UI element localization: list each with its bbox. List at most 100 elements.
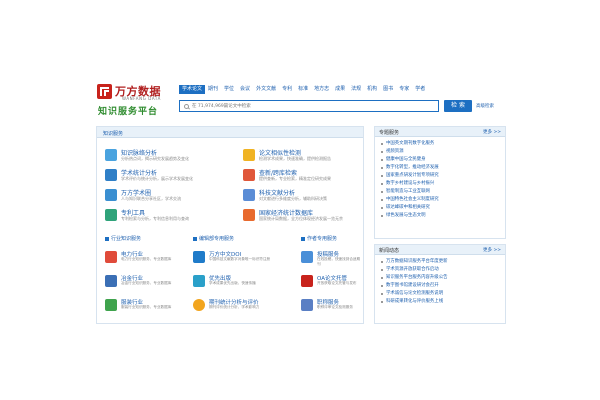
similarity-check-icon (243, 149, 255, 161)
search-icon (184, 104, 189, 109)
knowledge-services-panel: 知识服务 知识脉络分析 分析热点词，揭示研究发展趋势及变化 论文相似性检测 检测… (96, 126, 364, 324)
topic-link[interactable]: 智能制造与工业互联网 (381, 188, 503, 196)
wanfang-logo-mark-icon (97, 84, 112, 99)
editor-item[interactable]: 期刊统计分析与评价 期刊评价统计分析，学术影响力 (193, 297, 293, 319)
topic-link[interactable]: 中国英文期刊数字化服务 (381, 140, 503, 148)
news-link[interactable]: 知识服务平台服务内容升级公告 (381, 274, 503, 282)
search-tab[interactable]: 学位 (221, 85, 237, 94)
section-title: 行业知识服务 (111, 236, 142, 242)
topic-services-box: 专题服务 更多 >> 中国英文期刊数字化服务 视频资源 健康中国与全民健身 数字… (374, 126, 506, 239)
submission-icon (301, 251, 313, 263)
item-desc: 开放获取论文托管与发布 (317, 281, 357, 285)
author-item[interactable]: 投稿服务 在线投稿，快速找到合适期刊 (301, 249, 361, 271)
wanfang-logo[interactable]: 万方数据 WANFANG DATA 知识服务平台 (94, 80, 174, 117)
service-item[interactable]: 国家经济统计数据库 国家统计局数据，全方位体现经济发展一览无余 (243, 207, 361, 225)
search-tab[interactable]: 会议 (237, 85, 253, 94)
industry-item[interactable]: 服装行业 服装行业知识服务，专业数据库 (105, 297, 189, 319)
apparel-industry-icon (105, 299, 117, 311)
topic-services-title: 专题服务 (379, 130, 400, 136)
author-item[interactable]: OA论文托管 开放获取论文托管与发布 (301, 273, 361, 295)
logo-tagline: 知识服务平台 (98, 107, 159, 117)
search-tab[interactable]: 外文文献 (253, 85, 279, 94)
service-item[interactable]: 专利工具 专利检索与分析，专利信息利用与查询 (105, 207, 235, 225)
doi-icon (193, 251, 205, 263)
news-link[interactable]: 学术诚信与论文检测服务说明 (381, 290, 503, 298)
topic-link[interactable]: 中国特色社会主义制度研究 (381, 196, 503, 204)
service-desc: 国家统计局数据，全方位体现经济发展一览无余 (259, 216, 343, 221)
literature-analysis-icon (243, 189, 255, 201)
service-item[interactable]: 学术统计分析 学术评价与统计分析，展示学术发展变化 (105, 167, 235, 185)
bullet-icon (105, 236, 109, 241)
topic-link[interactable]: 视频资源 (381, 148, 503, 156)
economic-data-icon (243, 209, 255, 221)
search-tab[interactable]: 法规 (348, 85, 364, 94)
panel-title: 知识服务 (103, 131, 124, 137)
topic-link[interactable]: 健康中国与全民健身 (381, 156, 503, 164)
topic-more-link[interactable]: 更多 >> (483, 129, 501, 135)
search-tab[interactable]: 地方志 (311, 85, 332, 94)
service-item[interactable]: 论文相似性检测 检测学术成果，快速准确，提供检测报告 (243, 147, 361, 165)
statistics-chart-icon (105, 169, 117, 181)
search-tab[interactable]: 专家 (396, 85, 412, 94)
search-input[interactable] (192, 102, 432, 111)
industry-item[interactable]: 电力行业 电力行业知识服务，专业数据库 (105, 249, 189, 271)
search-tab[interactable]: 成果 (332, 85, 348, 94)
search-tab[interactable]: 学术论文 (179, 85, 206, 94)
item-desc: 学术成果优先出版，快速传播 (209, 281, 256, 285)
topic-list: 中国英文期刊数字化服务 视频资源 健康中国与全民健身 数字化转型，推动经济发展 … (381, 140, 503, 220)
service-item[interactable]: 万方学术圈 人与知识联合分享社区，学术交流 (105, 187, 235, 205)
topic-link[interactable]: 国家重点研发计划专项研究 (381, 172, 503, 180)
editor-item[interactable]: 优先出版 学术成果优先出版，快速传播 (193, 273, 293, 295)
service-item[interactable]: 知识脉络分析 分析热点词，揭示研究发展趋势及变化 (105, 147, 235, 165)
service-desc: 检测学术成果，快速准确，提供检测报告 (259, 156, 331, 161)
editor-item[interactable]: 万方中文DOI 中国科技文献数字对象唯一标识符注册 (193, 249, 293, 271)
service-desc: 人与知识联合分享社区，学术交流 (121, 196, 181, 201)
topic-link[interactable]: 数字化转型，推动经济发展 (381, 164, 503, 172)
service-desc: 学术评价与统计分析，展示学术发展变化 (121, 176, 193, 181)
logo-subtitle: WANFANG DATA (122, 96, 162, 101)
topic-link[interactable]: 数字乡村建设与乡村振兴 (381, 180, 503, 188)
service-desc: 提供查新，专业检索，精准定位研究成果 (259, 176, 331, 181)
priority-publish-icon (193, 275, 205, 287)
news-link[interactable]: 科研成果转化与评价服务上线 (381, 298, 503, 306)
item-desc: 在线投稿，快速找到合适期刊 (317, 257, 361, 266)
news-link[interactable]: 数字图书馆建设研讨会召开 (381, 282, 503, 290)
cross-search-icon (243, 169, 255, 181)
section-title: 作者专用服务 (307, 236, 338, 242)
topic-link[interactable]: 绿色发展与生态文明 (381, 212, 503, 220)
search-tab[interactable]: 专利 (279, 85, 295, 94)
service-desc: 专利检索与分析，专利信息利用与查询 (121, 216, 189, 221)
bullet-icon (193, 236, 197, 241)
news-box: 新闻动态 更多 >> 万方数据知识服务平台年度更新 学术资源开放获取合作启动 知… (374, 244, 506, 324)
section-header: 行业知识服务 (105, 235, 141, 244)
news-link[interactable]: 学术资源开放获取合作启动 (381, 266, 503, 274)
search-tab[interactable]: 标准 (295, 85, 311, 94)
page-frame: 万方数据 WANFANG DATA 知识服务平台 学术论文 期刊 学位 会议 外… (92, 74, 510, 326)
search-tab[interactable]: 图书 (380, 85, 396, 94)
advanced-search-link[interactable]: 高级检索 (476, 103, 494, 109)
item-desc: 冶金行业知识服务，专业数据库 (121, 281, 172, 285)
news-header: 新闻动态 更多 >> (375, 245, 505, 255)
search-button[interactable]: 检 索 (444, 100, 472, 112)
search-tabs: 学术论文 期刊 学位 会议 外文文献 专利 标准 地方志 成果 法规 机构 图书… (179, 85, 428, 94)
service-item[interactable]: 查新/跨库检索 提供查新，专业检索，精准定位研究成果 (243, 167, 361, 185)
topic-link[interactable]: 碳达峰碳中和相关研究 (381, 204, 503, 212)
author-item[interactable]: 职称服务 职称评审论文检测服务 (301, 297, 361, 319)
service-desc: 分析热点词，揭示研究发展趋势及变化 (121, 156, 189, 161)
search-tab[interactable]: 机构 (364, 85, 380, 94)
item-desc: 期刊评价统计分析，学术影响力 (209, 305, 260, 309)
news-title: 新闻动态 (379, 248, 400, 254)
news-link[interactable]: 万方数据知识服务平台年度更新 (381, 258, 503, 266)
topic-services-header: 专题服务 更多 >> (375, 127, 505, 137)
knowledge-map-icon (105, 149, 117, 161)
bullet-icon (301, 236, 305, 241)
search-box (179, 100, 439, 112)
search-tab[interactable]: 学者 (412, 85, 428, 94)
news-list: 万方数据知识服务平台年度更新 学术资源开放获取合作启动 知识服务平台服务内容升级… (381, 258, 503, 306)
search-tab[interactable]: 期刊 (205, 85, 221, 94)
news-more-link[interactable]: 更多 >> (483, 247, 501, 253)
item-desc: 职称评审论文检测服务 (317, 305, 353, 309)
industry-item[interactable]: 冶金行业 冶金行业知识服务，专业数据库 (105, 273, 189, 295)
header: 万方数据 WANFANG DATA 知识服务平台 学术论文 期刊 学位 会议 外… (92, 74, 510, 122)
service-item[interactable]: 科技文献分析 对文献进行多维度分析，辅助科研决策 (243, 187, 361, 205)
